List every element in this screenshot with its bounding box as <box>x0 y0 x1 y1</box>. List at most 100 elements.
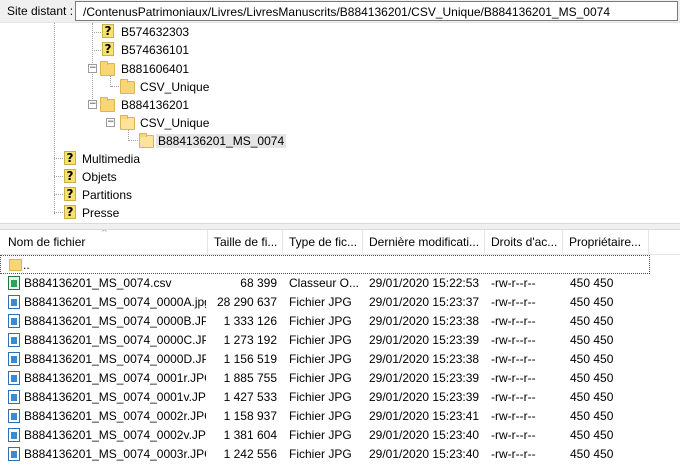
tree-connector <box>92 50 101 51</box>
file-permissions: -rw-r--r-- <box>491 409 536 423</box>
file-name: B884136201_MS_0074_0000B.JPG <box>24 314 206 328</box>
tree-node-label: CSV_Unique <box>140 80 210 94</box>
file-modified: 29/01/2020 15:23:39 <box>369 390 480 404</box>
remote-site-bar: Site distant : /ContenusPatrimoniaux/Liv… <box>0 0 680 24</box>
file-name: B884136201_MS_0074_0000A.jpg <box>24 295 206 309</box>
file-type: Fichier JPG <box>289 390 352 404</box>
file-type: Fichier JPG <box>289 333 352 347</box>
tree-node-label: Presse <box>82 206 120 220</box>
file-size: 1 427 533 <box>223 390 277 404</box>
file-owner: 450 450 <box>570 428 614 442</box>
folder-icon <box>120 79 135 94</box>
jpg-file-icon <box>8 390 20 404</box>
question-icon: ? <box>102 42 114 56</box>
column-header-label: Type de fic... <box>289 235 358 249</box>
tree-connector <box>129 140 138 141</box>
file-type: Fichier JPG <box>289 447 352 461</box>
question-icon: ? <box>64 151 76 165</box>
file-type: Fichier JPG <box>289 314 352 328</box>
remote-file-list[interactable]: ^ Nom de fichier Taille de fi... Type de… <box>0 230 680 472</box>
file-type: Fichier JPG <box>289 295 352 309</box>
file-owner: 450 450 <box>570 333 614 347</box>
file-row[interactable]: B884136201_MS_0074_0003r.JPG 1 242 556 Fic… <box>0 445 680 464</box>
file-modified: 29/01/2020 15:23:41 <box>369 409 480 423</box>
file-owner: 450 450 <box>570 314 614 328</box>
column-header-size[interactable]: Taille de fi... <box>208 230 283 254</box>
file-size: 1 156 519 <box>223 352 277 366</box>
file-owner: 450 450 <box>570 295 614 309</box>
folder-icon <box>100 61 115 76</box>
tree-node-label: B884136201_MS_0074 <box>156 134 287 148</box>
file-name: B884136201_MS_0074_0000D.JPG <box>24 352 206 366</box>
question-icon: ? <box>64 169 76 183</box>
file-row[interactable]: B884136201_MS_0074.csv 68 399 Classeur O..… <box>0 274 680 293</box>
file-modified: 29/01/2020 15:23:39 <box>369 333 480 347</box>
collapse-expander-icon[interactable]: − <box>88 64 97 73</box>
file-name: B884136201_MS_0074_0002v.JPG <box>24 428 206 442</box>
csv-file-icon <box>8 276 20 290</box>
jpg-file-icon <box>8 314 20 328</box>
file-owner: 450 450 <box>570 447 614 461</box>
tree-connector <box>54 176 63 177</box>
file-modified: 29/01/2020 15:23:38 <box>369 314 480 328</box>
file-modified: 29/01/2020 15:23:40 <box>369 428 480 442</box>
file-name: .. <box>23 258 30 272</box>
file-row[interactable]: B884136201_MS_0074_0000D.JPG 1 156 519 Fic… <box>0 350 680 369</box>
file-owner: 450 450 <box>570 409 614 423</box>
file-row[interactable]: B884136201_MS_0074_0002r.JPG 1 158 937 Fic… <box>0 407 680 426</box>
file-modified: 29/01/2020 15:23:37 <box>369 295 480 309</box>
file-row[interactable]: B884136201_MS_0074_0000C.JPG 1 273 192 Fic… <box>0 331 680 350</box>
column-header-label: Propriétaire... <box>569 235 642 249</box>
file-modified: 29/01/2020 15:23:38 <box>369 352 480 366</box>
file-row[interactable]: B884136201_MS_0074_0000A.jpg 28 290 637 Fi… <box>0 293 680 312</box>
tree-node-label: CSV_Unique <box>140 116 210 130</box>
file-permissions: -rw-r--r-- <box>491 428 536 442</box>
tree-node-label: B881606401 <box>121 62 190 76</box>
file-type: Fichier JPG <box>289 428 352 442</box>
file-row[interactable]: B884136201_MS_0074_0001r.JPG 1 885 755 Fic… <box>0 369 680 388</box>
column-header-modified[interactable]: Dernière modificati... <box>363 230 485 254</box>
file-permissions: -rw-r--r-- <box>491 447 536 461</box>
tree-connector <box>54 23 55 214</box>
folder-icon <box>9 259 22 271</box>
file-modified: 29/01/2020 15:23:40 <box>369 447 480 461</box>
jpg-file-icon <box>8 409 20 423</box>
file-modified: 29/01/2020 15:23:39 <box>369 371 480 385</box>
question-icon: ? <box>64 205 76 219</box>
file-owner: 450 450 <box>570 352 614 366</box>
file-row[interactable]: B884136201_MS_0074_0002v.JPG 1 381 604 Fic… <box>0 426 680 445</box>
collapse-expander-icon[interactable]: − <box>106 118 115 127</box>
file-size: 1 885 755 <box>223 371 277 385</box>
jpg-file-icon <box>8 447 20 461</box>
file-permissions: -rw-r--r-- <box>491 276 536 290</box>
column-header-owner[interactable]: Propriétaire... <box>563 230 649 254</box>
file-permissions: -rw-r--r-- <box>491 352 536 366</box>
question-icon: ? <box>64 187 76 201</box>
file-permissions: -rw-r--r-- <box>491 371 536 385</box>
column-header-name[interactable]: ^ Nom de fichier <box>2 230 208 254</box>
tree-node-label: B574636101 <box>121 43 190 57</box>
file-row[interactable]: B884136201_MS_0074_0001v.JPG 1 427 533 Fic… <box>0 388 680 407</box>
parent-directory-row[interactable]: .. <box>0 255 650 274</box>
column-header-label: Droits d'ac... <box>491 235 558 249</box>
file-row[interactable]: B884136201_MS_0074_0000B.JPG 1 333 126 Fic… <box>0 312 680 331</box>
tree-node-label: B884136201 <box>121 98 190 112</box>
file-permissions: -rw-r--r-- <box>491 314 536 328</box>
column-header-type[interactable]: Type de fic... <box>283 230 363 254</box>
tree-connector <box>54 212 63 213</box>
remote-path-input[interactable]: /ContenusPatrimoniaux/Livres/LivresManus… <box>75 1 678 21</box>
pane-splitter[interactable] <box>0 223 680 230</box>
column-header-permissions[interactable]: Droits d'ac... <box>485 230 563 254</box>
file-name: B884136201_MS_0074_0001v.JPG <box>24 390 206 404</box>
remote-directory-tree[interactable]: − − − ? B574632303 ? B574636101 B8816064… <box>0 22 680 224</box>
sort-ascending-icon: ^ <box>101 230 108 237</box>
collapse-expander-icon[interactable]: − <box>88 100 97 109</box>
file-type: Fichier JPG <box>289 409 352 423</box>
file-owner: 450 450 <box>570 276 614 290</box>
file-modified: 29/01/2020 15:22:53 <box>369 276 480 290</box>
file-size: 1 273 192 <box>223 333 277 347</box>
file-type: Fichier JPG <box>289 371 352 385</box>
file-type: Classeur O... <box>289 276 359 290</box>
file-size: 1 381 604 <box>223 428 277 442</box>
tree-node-label: Partitions <box>82 188 133 202</box>
